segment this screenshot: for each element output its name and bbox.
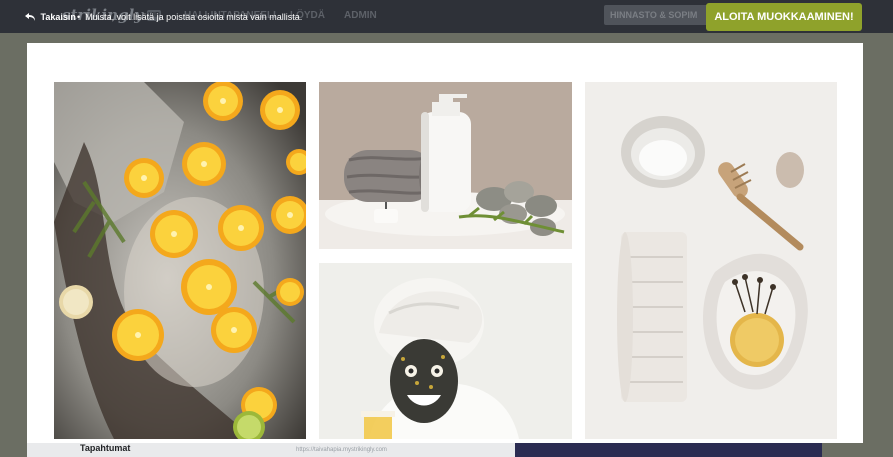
- towel-and-lotion-photo: [319, 82, 572, 249]
- template-tip: • Muista, voit lisätä ja poistaa osioita …: [77, 12, 302, 22]
- dark-preview-strip: [515, 443, 822, 457]
- face-mask-photo: [319, 263, 572, 439]
- back-arrow-icon: [25, 12, 38, 22]
- orange-slices-bath-photo: [54, 82, 306, 439]
- back-label: Takaisin: [40, 12, 76, 22]
- spa-flatlay-photo: [585, 82, 837, 439]
- tip-text: Muista, voit lisätä ja poistaa osioita m…: [85, 12, 303, 22]
- template-preview-modal: [27, 43, 863, 443]
- start-editing-button[interactable]: ALOITA MUOKKAAMINEN!: [706, 3, 862, 31]
- nav-admin[interactable]: ADMIN: [344, 10, 377, 21]
- pricing-button[interactable]: HINNASTO & SOPIM: [604, 5, 712, 25]
- site-url: https://taivahapia.mystrikingly.com: [296, 447, 387, 453]
- events-tab[interactable]: Tapahtumat: [80, 443, 130, 453]
- back-button[interactable]: Takaisin: [25, 12, 76, 22]
- bullet-dot-icon: •: [77, 12, 81, 22]
